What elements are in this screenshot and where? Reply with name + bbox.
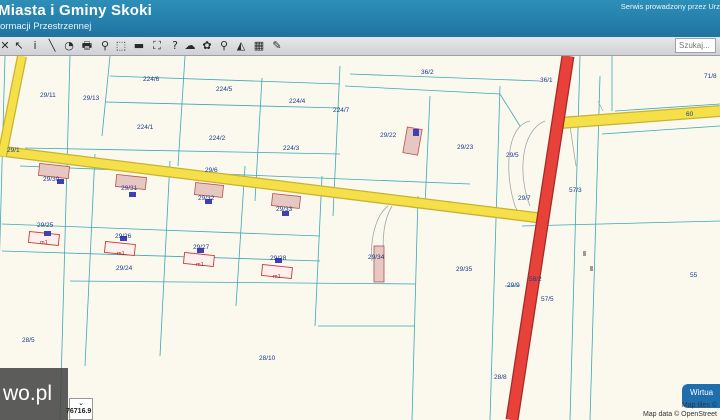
help-icon[interactable]: ? [168, 39, 182, 53]
building-label: m1 [40, 240, 48, 246]
measure-line-icon[interactable]: ╲ [45, 39, 59, 53]
parcel-label: 29/25 [37, 222, 54, 229]
app-header: Miasta i Gminy Skoki ormacji Przestrzenn… [0, 0, 720, 37]
pin-icon[interactable]: ⚲ [98, 39, 112, 53]
attribution-data: Map data © OpenStreet [642, 411, 717, 418]
parcel-label: 29/6 [205, 167, 218, 174]
parcel-label: 55 [690, 272, 698, 279]
parcel-label: 29/1 [7, 147, 20, 154]
parcel-label: 36/1 [540, 77, 553, 84]
chevron-down-icon: ⌄ [78, 400, 84, 407]
watermark: wo.pl [0, 368, 68, 420]
parcel-label: 224/7 [333, 107, 350, 114]
parcel-label: 29/9 [507, 282, 520, 289]
parcel-label: 224/3 [283, 145, 300, 152]
parcel-label: 224/2 [209, 135, 226, 142]
parcel-label: 29/33 [276, 206, 293, 213]
attribution-tiles: Map tiles © [681, 402, 717, 409]
arrow-icon[interactable]: ↖ [12, 39, 26, 53]
map-canvas[interactable]: 36/2 71/8 36/1 224/6 29/11 29/13 224/5 224/4 224… [0, 56, 720, 420]
parcel-label: 57/3 [569, 187, 582, 194]
parcel-label: 29/35 [456, 266, 473, 273]
app-subtitle: ormacji Przestrzennej [0, 21, 92, 32]
i-icon[interactable]: i [28, 39, 42, 53]
parcel-label: 28/8 [494, 374, 507, 381]
map-toolbar: ✕ ↖ i ╲ ◔ 🖶 ⚲ ⬚ ▬ ⛶? ☁ ✿ ⚲ ◭ ▦ ✎ [0, 37, 720, 56]
comment-icon[interactable]: ✎ [270, 39, 284, 53]
parcel-label: 29/32 [198, 195, 215, 202]
parcel-label: 29/13 [83, 95, 100, 102]
building-label: m1 [196, 262, 204, 268]
parcel-label: 36/2 [421, 69, 434, 76]
export-icon[interactable]: ⬚ [114, 39, 128, 53]
parcel-label: 224/5 [216, 86, 233, 93]
parcel-label: 29/26 [115, 233, 132, 240]
parcel-label: 29/34 [368, 254, 385, 261]
triangle-icon[interactable]: ◭ [234, 39, 248, 53]
parcel-label: 29/27 [193, 244, 210, 251]
measure-area-icon[interactable]: ◔ [62, 39, 76, 53]
search-input[interactable] [675, 38, 716, 53]
parcel-label: 29/7 [518, 195, 531, 202]
search-map-icon[interactable]: ⚲ [217, 39, 231, 53]
settings-icon[interactable]: ✿ [200, 39, 214, 53]
parcel-label: 224/4 [289, 98, 306, 105]
layers-icon[interactable]: ⛶ [150, 39, 164, 53]
parcel-label: 29/28 [270, 255, 287, 262]
map-svg [0, 56, 720, 420]
parcel-label: 29/31 [121, 185, 138, 192]
parcel-label: 29/22 [380, 132, 397, 139]
cloud-icon[interactable]: ☁ [183, 39, 197, 53]
coordinate-readout: 76716.9 [66, 408, 92, 415]
buildings [38, 126, 423, 283]
building-label: m1 [273, 274, 281, 280]
parcel-label: 60 [686, 111, 694, 118]
parcel-label: 224/6 [143, 76, 160, 83]
parcel-label: 29/11 [40, 92, 56, 99]
parcel-label: 29/23 [457, 144, 474, 151]
parcel-label: 28/10 [259, 355, 276, 362]
parcel-label: 29/24 [116, 265, 133, 272]
parcel-label: 28/5 [22, 337, 35, 344]
parcel-label: 57/5 [541, 296, 554, 303]
outbuildings [27, 230, 293, 280]
parcel-label: 29/30 [43, 176, 60, 183]
x-icon[interactable]: ✕ [0, 39, 12, 53]
parcel-label: 71/8 [704, 73, 717, 80]
print-icon[interactable]: 🖶 [80, 39, 94, 53]
parcel-label: 29/5 [506, 152, 519, 159]
parcel-label: 58/2 [529, 276, 542, 283]
bus-icon[interactable]: ▬ [132, 39, 146, 53]
parcel-label: 224/1 [137, 124, 154, 131]
service-info: Serwis prowadzony przez Urz [620, 2, 720, 11]
app-title: Miasta i Gminy Skoki [0, 2, 153, 19]
legend-icon[interactable]: ▦ [252, 39, 266, 53]
building-label: m1 [117, 251, 125, 257]
